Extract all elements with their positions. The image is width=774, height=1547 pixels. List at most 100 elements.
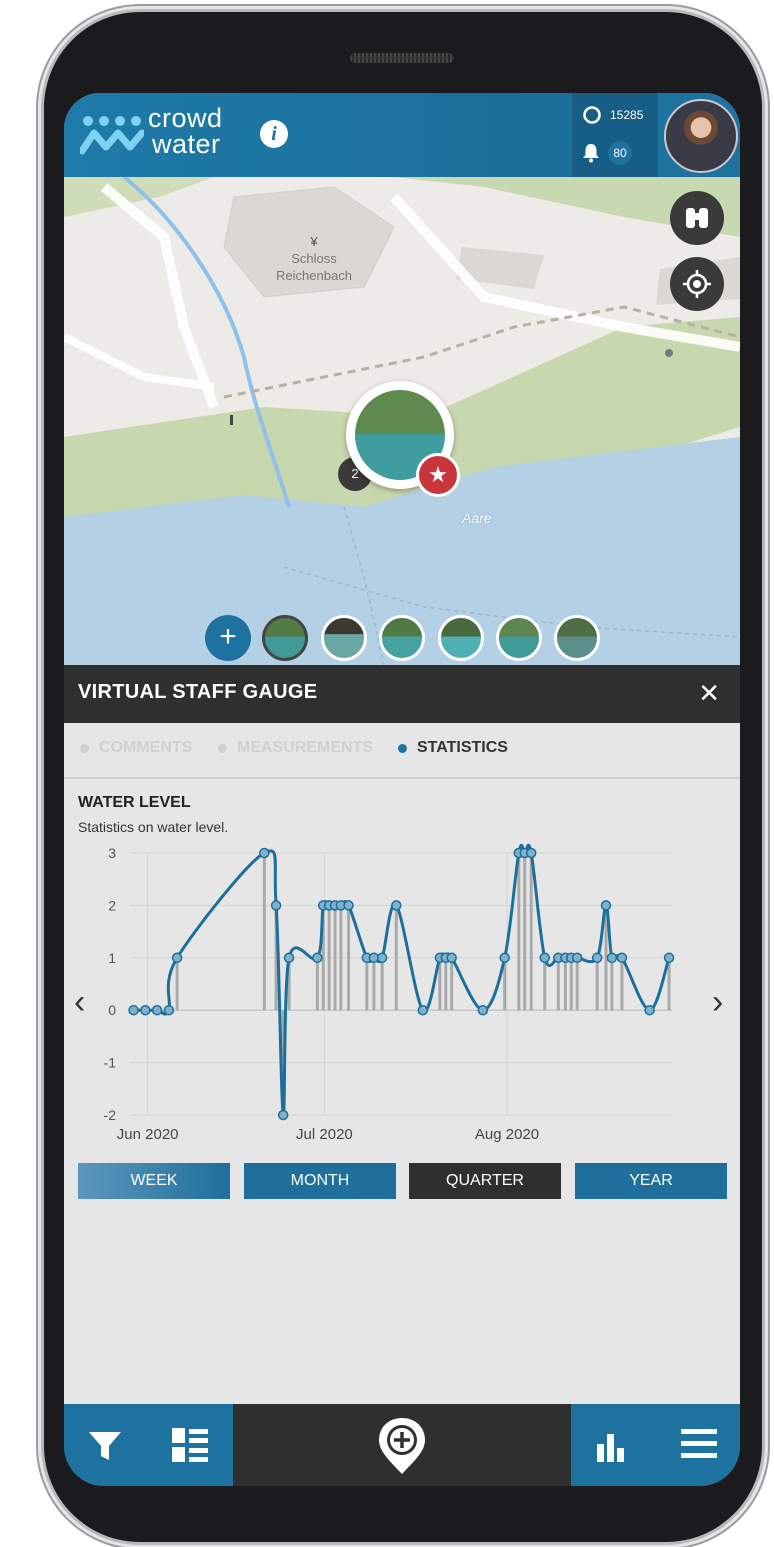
- notifications-row[interactable]: 80: [582, 141, 632, 165]
- data-point: [539, 952, 550, 964]
- bottom-right-group: [571, 1404, 740, 1486]
- data-point: [663, 952, 675, 964]
- panel-tabs: COMMENTS MEASUREMENTS STATISTICS: [64, 723, 740, 779]
- panel-title: VIRTUAL STAFF GAUGE: [78, 681, 318, 703]
- range-year-button[interactable]: YEAR: [575, 1163, 727, 1199]
- series-line: [133, 843, 671, 1117]
- binoculars-button[interactable]: [670, 191, 724, 245]
- data-point: [140, 1004, 151, 1016]
- tab-comments[interactable]: COMMENTS: [80, 739, 192, 757]
- data-point: [446, 952, 457, 964]
- photo-thumbnail[interactable]: [554, 615, 600, 661]
- y-tick-label: 3: [108, 845, 116, 861]
- chart-next-button[interactable]: ›: [712, 983, 723, 1022]
- data-point: [417, 1004, 429, 1016]
- logo-text: crowd water: [148, 103, 223, 159]
- cutlery-icon: ¥: [310, 234, 318, 249]
- bottom-bar: [64, 1404, 740, 1486]
- data-point: [270, 900, 282, 911]
- user-stats-panel: 15285 80: [572, 93, 658, 177]
- list-icon[interactable]: [172, 1428, 208, 1462]
- y-tick-label: 1: [108, 950, 116, 966]
- locate-button[interactable]: [670, 257, 724, 311]
- data-point: [163, 1004, 175, 1016]
- brand-area: crowd water i: [64, 93, 572, 177]
- data-point: [525, 847, 537, 859]
- data-point: [312, 952, 323, 964]
- map-place-label: ¥ Schloss Reichenbach: [264, 233, 364, 284]
- panel-header: VIRTUAL STAFF GAUGE ✕: [64, 665, 740, 723]
- logo-line-1: crowd: [148, 103, 223, 133]
- data-point: [259, 847, 270, 859]
- photo-thumbnail[interactable]: [321, 615, 367, 661]
- app-screen: crowd water i 15285 80 ¥ Schloss Reichen…: [64, 93, 740, 1486]
- photo-thumbnail[interactable]: [438, 615, 484, 661]
- tab-label: COMMENTS: [99, 739, 193, 756]
- x-tick-label: Jul 2020: [296, 1126, 353, 1143]
- x-tick-label: Aug 2020: [475, 1126, 539, 1143]
- tab-dot: [218, 743, 227, 753]
- data-point: [171, 952, 183, 964]
- favorite-star-icon[interactable]: ★: [416, 453, 460, 497]
- menu-icon[interactable]: [681, 1428, 717, 1460]
- river-label: Aare: [462, 510, 492, 526]
- add-photo-button[interactable]: +: [205, 615, 251, 661]
- tab-label: MEASUREMENTS: [237, 739, 374, 756]
- range-month-button[interactable]: MONTH: [244, 1163, 396, 1199]
- range-week-button[interactable]: WEEK: [78, 1163, 230, 1199]
- close-icon[interactable]: ✕: [698, 678, 720, 709]
- tab-label: STATISTICS: [417, 739, 508, 756]
- data-point: [151, 1004, 163, 1016]
- points-icon: [582, 106, 601, 125]
- y-tick-label: 0: [108, 1002, 116, 1018]
- user-avatar[interactable]: [664, 99, 738, 173]
- data-point: [600, 900, 612, 911]
- water-level-chart: 3 2 1 0 -1 -2Jun 2020 Jul 2020 Aug 2020: [104, 843, 675, 1143]
- data-point: [477, 1004, 489, 1016]
- place-line-1: Schloss: [291, 251, 337, 266]
- earpiece-speaker: [350, 53, 454, 63]
- selected-station-marker[interactable]: ★: [346, 381, 460, 497]
- data-point: [376, 952, 388, 964]
- data-point: [571, 952, 583, 964]
- map-view[interactable]: ¥ Schloss Reichenbach Aare 2 ★ +: [64, 177, 740, 665]
- data-point: [283, 952, 295, 964]
- binoculars-icon: [686, 208, 708, 228]
- photo-thumbnail[interactable]: [262, 615, 308, 661]
- data-point: [644, 1004, 655, 1016]
- tab-dot: [80, 743, 89, 753]
- locate-icon: [683, 270, 711, 298]
- data-point: [606, 952, 618, 964]
- x-tick-label: Jun 2020: [117, 1126, 179, 1143]
- data-point: [343, 900, 354, 911]
- tab-dot: [398, 743, 407, 753]
- photo-thumbnail[interactable]: [379, 615, 425, 661]
- bottom-left-group: [64, 1404, 233, 1486]
- data-point: [591, 952, 603, 964]
- tab-measurements[interactable]: MEASUREMENTS: [218, 739, 373, 757]
- data-point: [391, 900, 402, 911]
- tab-statistics[interactable]: STATISTICS: [398, 739, 508, 757]
- data-point: [128, 1004, 139, 1016]
- notifications-badge: 80: [608, 141, 632, 165]
- photo-thumbnail[interactable]: [496, 615, 542, 661]
- range-quarter-button[interactable]: QUARTER: [409, 1163, 561, 1199]
- data-point: [499, 952, 510, 964]
- bar-chart-icon[interactable]: [595, 1430, 627, 1462]
- info-icon[interactable]: i: [260, 120, 288, 148]
- y-tick-label: -1: [104, 1055, 117, 1071]
- points-row[interactable]: 15285: [582, 105, 643, 125]
- crowdwater-logo-icon: [80, 116, 144, 155]
- data-point: [616, 952, 628, 964]
- bell-icon: [583, 144, 599, 163]
- volume-button: [37, 236, 43, 448]
- chart-prev-button[interactable]: ‹: [74, 983, 85, 1022]
- y-tick-label: 2: [108, 897, 116, 913]
- logo-line-2: water: [152, 129, 221, 159]
- data-point: [277, 1109, 289, 1121]
- y-tick-label: -2: [104, 1107, 117, 1123]
- add-location-icon[interactable]: [376, 1416, 428, 1478]
- filter-icon[interactable]: [88, 1430, 122, 1462]
- top-bar: crowd water i 15285 80: [64, 93, 740, 177]
- points-count: 15285: [610, 108, 644, 122]
